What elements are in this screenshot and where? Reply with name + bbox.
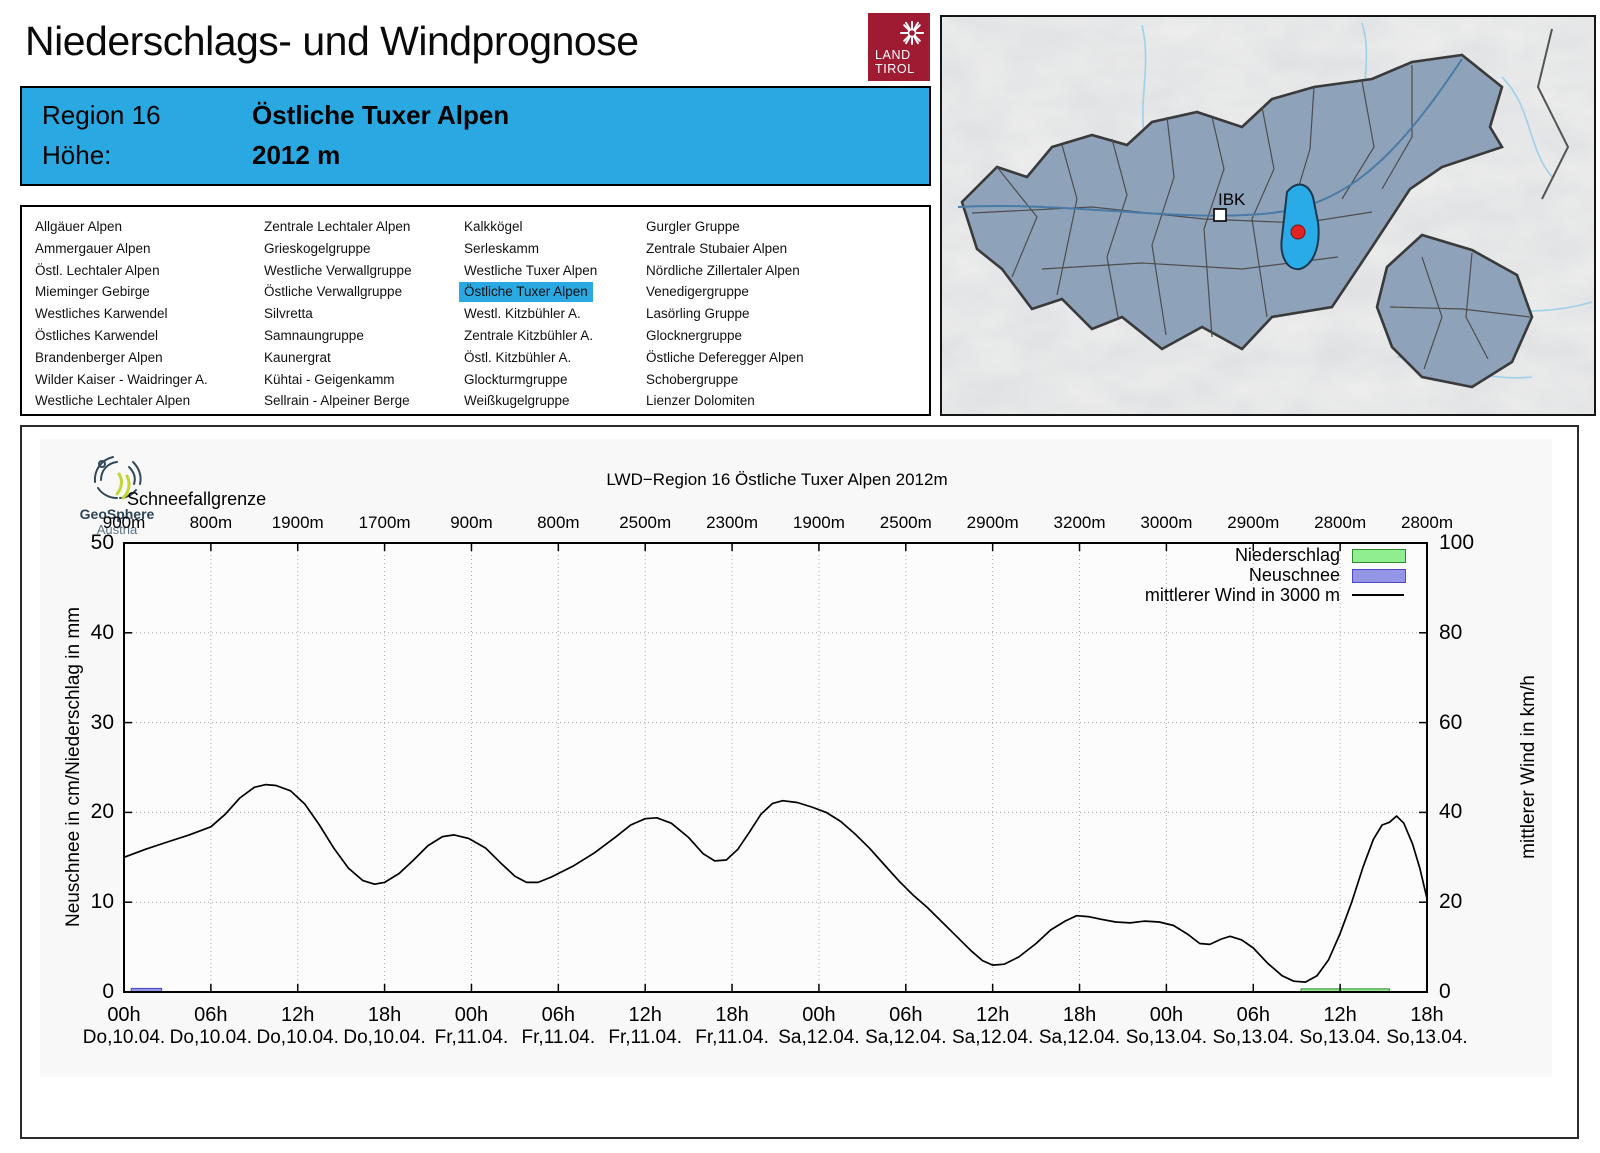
page-title: Niederschlags- und Windprognose (25, 18, 639, 64)
region-list-item[interactable]: Kaunergrat (264, 348, 331, 368)
region-list-item[interactable]: Wilder Kaiser - Waidringer A. (35, 370, 208, 390)
selected-region-marker (1290, 224, 1306, 240)
region-list-item[interactable]: Östl. Lechtaler Alpen (35, 261, 160, 281)
region-list-item[interactable]: Glockturmgruppe (464, 370, 568, 390)
region-list-item[interactable]: Samnaungruppe (264, 326, 364, 346)
legend-label: mittlerer Wind in 3000 m (1144, 585, 1340, 605)
x-tick-hour: 18h (1410, 1004, 1444, 1026)
region-list-item[interactable]: Östliche Deferegger Alpen (646, 348, 804, 368)
region-list-item[interactable]: Zentrale Kitzbühler A. (464, 326, 593, 346)
y-left-tick-label: 30 (90, 710, 114, 734)
region-list-item[interactable]: Lasörling Gruppe (646, 304, 750, 324)
region-list-item[interactable]: Allgäuer Alpen (35, 217, 122, 237)
y-right-tick-label: 40 (1439, 800, 1463, 824)
snowline-value: 2800m (1401, 513, 1453, 532)
region-header: Region 16 Östliche Tuxer Alpen Höhe: 201… (20, 86, 931, 186)
hoehe-label: Höhe: (42, 140, 112, 170)
region-list-item[interactable]: Östl. Kitzbühler A. (464, 348, 571, 368)
legend-label: Niederschlag (1234, 545, 1340, 565)
y-left-tick-label: 50 (90, 531, 114, 554)
y-right-tick-label: 80 (1439, 620, 1463, 644)
region-list-item[interactable]: Silvretta (264, 304, 313, 324)
region-list-item[interactable]: Zentrale Stubaier Alpen (646, 239, 787, 259)
ibk-label: IBK (1218, 190, 1246, 209)
land-tirol-logo: LAND TIROL (868, 13, 930, 81)
region-number-label: Region 16 (42, 100, 161, 130)
region-name: Östliche Tuxer Alpen (252, 100, 510, 130)
forecast-chart-panel: GeoSphere Austria LWD−Region 16 Östliche… (20, 425, 1579, 1139)
region-list-item[interactable]: Lienzer Dolomiten (646, 391, 755, 411)
region-list-item[interactable]: Nördliche Zillertaler Alpen (646, 261, 800, 281)
y-left-tick-label: 10 (90, 890, 114, 914)
region-list-item[interactable]: Westliche Lechtaler Alpen (35, 391, 190, 411)
y-axis-right-title: mittlerer Wind in km/h (1518, 675, 1539, 859)
region-list-item[interactable]: Serleskamm (464, 239, 539, 259)
y-right-tick-label: 60 (1439, 710, 1463, 734)
region-list-item[interactable]: Zentrale Lechtaler Alpen (264, 217, 410, 237)
land-tirol-logo-text: LAND TIROL (875, 48, 915, 76)
region-list-item[interactable]: Weißkugelgruppe (464, 391, 570, 411)
region-list-item[interactable]: Westliches Karwendel (35, 304, 168, 324)
y-right-tick-label: 20 (1439, 890, 1463, 914)
legend-swatch-line (1352, 594, 1404, 596)
y-left-tick-label: 20 (90, 800, 114, 824)
region-list-item[interactable]: Schobergruppe (646, 370, 738, 390)
y-left-tick-label: 40 (90, 620, 114, 644)
region-list-item[interactable]: Gurgler Gruppe (646, 217, 740, 237)
region-list-item[interactable]: Brandenberger Alpen (35, 348, 163, 368)
region-list-item[interactable]: Östliches Karwendel (35, 326, 158, 346)
region-list-item[interactable]: Östliche Verwallgruppe (264, 282, 402, 302)
region-list-item[interactable]: Westliche Verwallgruppe (264, 261, 412, 281)
region-list-item[interactable]: Grieskogelgruppe (264, 239, 371, 259)
region-list-item[interactable]: Westliche Tuxer Alpen (464, 261, 597, 281)
region-list: Allgäuer Alpen Ammergauer Alpen Östl. Lech… (20, 205, 931, 416)
tirol-map-svg[interactable]: IBK (942, 17, 1594, 414)
region-list-item-selected[interactable]: Östliche Tuxer Alpen (459, 282, 593, 303)
tirol-map: IBK (940, 15, 1596, 416)
ibk-marker (1213, 208, 1227, 222)
region-list-item[interactable]: Ammergauer Alpen (35, 239, 151, 259)
x-tick-date: So,13.04. (1386, 1027, 1468, 1048)
legend-label: Neuschnee (1248, 565, 1340, 585)
region-list-item[interactable]: Glocknergruppe (646, 326, 742, 346)
region-list-item[interactable]: Westl. Kitzbühler A. (464, 304, 581, 324)
legend-swatch-box (1352, 569, 1406, 583)
region-list-item[interactable]: Venedigergruppe (646, 282, 749, 302)
region-list-item[interactable]: Kühtai - Geigenkamm (264, 370, 395, 390)
y-right-tick-label: 100 (1439, 531, 1475, 554)
hoehe-value: 2012 m (252, 140, 341, 170)
region-list-item[interactable]: Sellrain - Alpeiner Berge (264, 391, 410, 411)
region-list-item[interactable]: Kalkkögel (464, 217, 523, 237)
y-axis-left-title: Neuschnee in cm/Niederschlag in mm (63, 607, 84, 927)
legend-swatch-box (1352, 549, 1406, 563)
y-left-tick-label: 0 (102, 980, 114, 1003)
region-list-item[interactable]: Mieminger Gebirge (35, 282, 150, 302)
y-right-tick-label: 0 (1439, 980, 1451, 1003)
